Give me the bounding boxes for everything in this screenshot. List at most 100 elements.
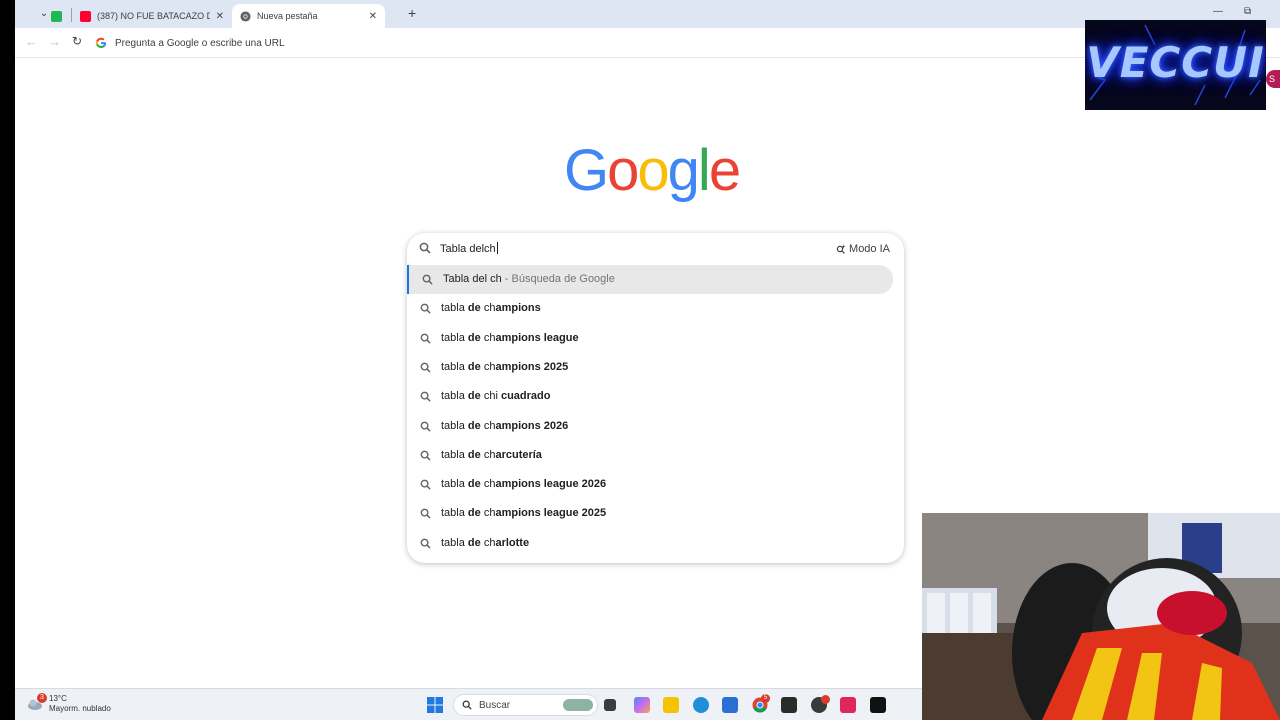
text-cursor	[496, 242, 498, 254]
search-icon	[420, 303, 431, 314]
search-icon	[422, 274, 433, 285]
search-highlight-image	[563, 699, 593, 711]
microsoft-store-icon[interactable]	[722, 697, 738, 713]
taskbar-search-placeholder: Buscar	[479, 699, 511, 711]
tab-youtube[interactable]: (387) NO FUE BATACAZO DE W ✕	[72, 4, 232, 28]
stream-logo-overlay: VECCUI	[1085, 20, 1266, 110]
suggestion-item[interactable]: tabla de champions 2026	[407, 412, 904, 441]
suggestion-typed: ch	[480, 331, 496, 344]
reload-icon[interactable]: ↻	[72, 34, 82, 48]
webcam-feed	[922, 513, 1280, 720]
suggestion-prefix: tabla	[441, 360, 468, 373]
suggestion-bold: de	[467, 478, 481, 491]
tiktok-icon[interactable]	[840, 697, 856, 713]
new-tab-plus-icon[interactable]: +	[408, 5, 416, 21]
suggestion-completion: ampions	[495, 302, 541, 315]
restore-icon[interactable]: ⧉	[1244, 6, 1251, 17]
search-icon	[420, 479, 431, 490]
screen: ⌄ (387) NO FUE BATACAZO DE W ✕ Nueva pes…	[0, 0, 1280, 720]
minimize-icon[interactable]: —	[1213, 6, 1223, 17]
chrome-notification-badge: 5	[761, 694, 770, 703]
suggestion-completion: arlotte	[495, 536, 530, 549]
suggestion-completion: ampions league 2026	[495, 478, 607, 491]
google-g-icon	[95, 37, 106, 48]
edge-icon[interactable]	[693, 697, 709, 713]
taskbar-search-box[interactable]: Buscar	[453, 694, 598, 716]
suggestion-bold: de	[467, 507, 481, 520]
app-notification-dot	[821, 695, 830, 704]
omnibox[interactable]: Pregunta a Google o escribe una URL	[95, 31, 1085, 55]
suggestion-bold: de	[467, 390, 481, 403]
tab-title: Nueva pestaña	[257, 11, 318, 21]
suggestion-typed: ch	[480, 302, 496, 315]
suggestion-text: Tabla del ch - Búsqueda de Google	[443, 273, 615, 285]
sparkle-search-icon	[836, 244, 846, 254]
suggestion-item[interactable]: tabla de champions	[407, 294, 904, 323]
omnibox-placeholder: Pregunta a Google o escribe una URL	[115, 37, 285, 49]
suggestion-typed: ch	[480, 478, 496, 491]
forward-arrow-icon[interactable]: →	[48, 34, 61, 49]
suggestion-prefix: tabla	[441, 478, 468, 491]
search-box: Tabla delch Modo IA Tabla del ch - Búsqu…	[407, 233, 904, 563]
suggestion-query: Tabla del ch	[443, 273, 502, 285]
profile-avatar[interactable]: S	[1266, 70, 1280, 88]
tab-pinned[interactable]	[45, 4, 69, 28]
suggestion-item[interactable]: tabla de charlotte	[407, 529, 904, 558]
search-query: Tabla delch	[440, 242, 498, 255]
copilot-icon[interactable]	[634, 697, 650, 713]
suggestion-text: tabla de champions 2026	[441, 420, 568, 432]
suggestion-item[interactable]: tabla de champions league 2026	[407, 470, 904, 499]
suggestion-bold: de	[467, 536, 481, 549]
close-icon[interactable]: ✕	[216, 11, 224, 22]
search-icon	[420, 333, 431, 344]
suggestion-text: tabla de charlotte	[441, 537, 529, 549]
suggestion-prefix: tabla	[441, 390, 468, 403]
modo-ia-label: Modo IA	[849, 243, 890, 255]
app-icon	[51, 10, 62, 22]
search-icon	[420, 450, 431, 461]
suggestion-bold: de	[467, 360, 481, 373]
youtube-icon	[80, 10, 91, 22]
google-logo: Google	[564, 138, 741, 203]
chrome-icon	[240, 10, 251, 22]
suggestion-typed: ch	[480, 536, 496, 549]
windows-start-icon[interactable]	[427, 697, 443, 713]
search-input[interactable]: Tabla delch Modo IA	[407, 233, 904, 265]
tab-new-tab[interactable]: Nueva pestaña ✕	[232, 4, 385, 28]
back-arrow-icon[interactable]: ←	[25, 34, 38, 49]
suggestion-typed: ch	[480, 360, 496, 373]
suggestion-completion: arcutería	[495, 448, 542, 461]
file-explorer-icon[interactable]	[663, 697, 679, 713]
suggestion-text: tabla de chi cuadrado	[441, 390, 550, 402]
suggestion-item[interactable]: tabla de champions league	[407, 324, 904, 353]
suggestion-completion: cuadrado	[497, 390, 551, 403]
suggestion-item[interactable]: tabla de chi cuadrado	[407, 382, 904, 411]
suggestion-completion: ampions 2026	[495, 419, 569, 432]
weather-notification-badge: 3	[37, 693, 47, 703]
suggestion-typed: chi	[480, 390, 498, 403]
stream-brand-text: VECCUI	[1086, 38, 1265, 87]
suggestion-prefix: tabla	[441, 331, 468, 344]
search-icon	[420, 362, 431, 373]
suggestion-completion: ampions 2025	[495, 360, 569, 373]
suggestion-bold: de	[467, 448, 481, 461]
task-view-icon[interactable]	[604, 699, 616, 711]
modo-ia-button[interactable]: Modo IA	[830, 239, 896, 259]
suggestion-prefix: tabla	[441, 536, 468, 549]
suggestion-bold: de	[467, 302, 481, 315]
suggestion-item[interactable]: tabla de charcutería	[407, 441, 904, 470]
suggestion-item[interactable]: Tabla del ch - Búsqueda de Google	[407, 265, 893, 294]
capcut-icon[interactable]	[870, 697, 886, 713]
search-icon	[420, 391, 431, 402]
epic-games-icon[interactable]	[781, 697, 797, 713]
weather-text: 13°C Mayorm. nublado	[49, 694, 111, 714]
suggestion-text: tabla de champions league 2025	[441, 507, 606, 519]
webcam-image	[922, 513, 1280, 720]
suggestion-prefix: tabla	[441, 302, 468, 315]
suggestion-bold: de	[467, 331, 481, 344]
suggestion-item[interactable]: tabla de champions 2025	[407, 353, 904, 382]
suggestion-item[interactable]: tabla de champions league 2025	[407, 499, 904, 528]
close-icon[interactable]: ✕	[369, 11, 377, 22]
suggestion-prefix: tabla	[441, 419, 468, 432]
suggestion-completion: ampions league	[495, 331, 579, 344]
